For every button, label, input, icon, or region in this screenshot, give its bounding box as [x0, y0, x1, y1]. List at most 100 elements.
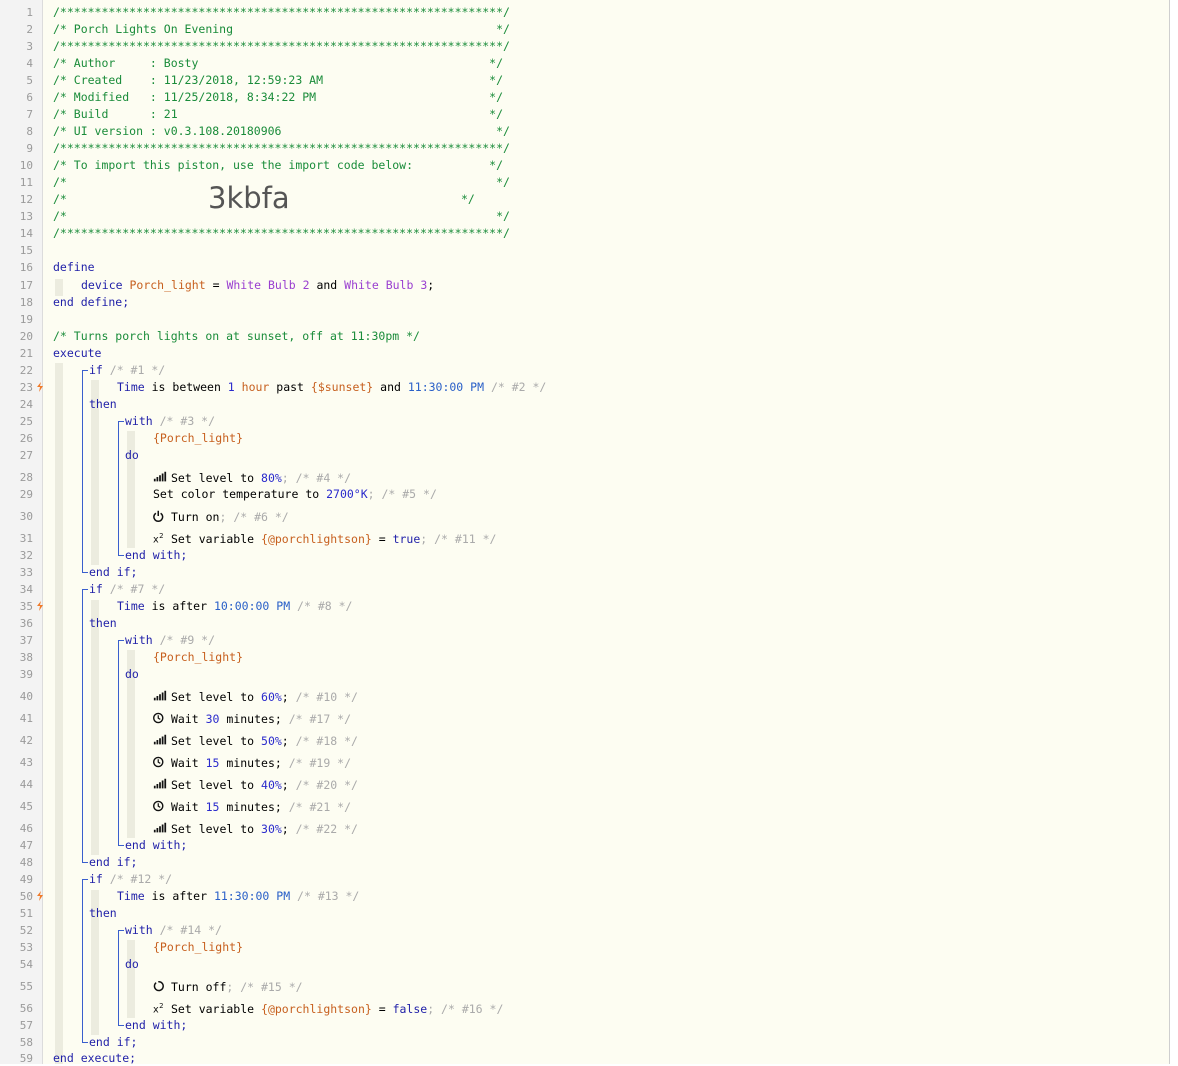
- code-line-44[interactable]: Set level to 40%; /* #20 */: [153, 777, 358, 792]
- do-keyword: do: [125, 957, 139, 971]
- code-line-45[interactable]: Wait 15 minutes; /* #21 */: [153, 799, 351, 814]
- line-number: 46: [19, 822, 33, 835]
- line-number: 48: [19, 856, 33, 869]
- code-line-25[interactable]: with /* #3 */: [125, 414, 215, 428]
- code-line-35[interactable]: Time is after 10:00:00 PM /* #8 */: [117, 599, 352, 613]
- line-number: 32: [19, 549, 33, 562]
- import-code-line: /* 3kbfa */: [53, 183, 475, 213]
- code-line-55[interactable]: Turn off; /* #15 */: [153, 979, 303, 994]
- code-line-6[interactable]: /* Modified : 11/25/2018, 8:34:22 PM */: [53, 90, 503, 104]
- code-line-1[interactable]: /***************************************…: [53, 5, 510, 19]
- code-line-16[interactable]: define: [53, 260, 95, 274]
- code-line-46[interactable]: Set level to 30%; /* #22 */: [153, 821, 358, 836]
- code-line-20[interactable]: /* Turns porch lights on at sunset, off …: [53, 329, 420, 343]
- line-number: 26: [19, 432, 33, 445]
- code-line-36[interactable]: then: [89, 616, 117, 630]
- code-line-57[interactable]: end with;: [125, 1018, 187, 1032]
- code-line-8[interactable]: /* UI version : v0.3.108.20180906 */: [53, 124, 510, 138]
- device-reference: {Porch_light}: [153, 650, 244, 664]
- equals: =: [371, 1002, 393, 1016]
- code-line-32[interactable]: end with;: [125, 548, 187, 562]
- block-bracket-top: [82, 879, 88, 880]
- scrollbar[interactable]: [1169, 0, 1178, 1064]
- code-line-37[interactable]: with /* #9 */: [125, 633, 215, 647]
- code-line-7[interactable]: /* Build : 21 */: [53, 107, 503, 121]
- code-line-53[interactable]: {Porch_light}: [153, 940, 243, 954]
- code-line-10[interactable]: /* To import this piston, use the import…: [53, 158, 503, 172]
- code-line-56[interactable]: x 2 Set variable {@porchlightson} = false;…: [153, 1001, 503, 1016]
- comparison-operator: is after: [144, 889, 214, 903]
- code-line-39[interactable]: do: [125, 667, 139, 681]
- and-operator: and: [309, 278, 345, 292]
- code-line-43[interactable]: Wait 15 minutes; /* #19 */: [153, 755, 351, 770]
- code-line-48[interactable]: end if;: [89, 855, 137, 869]
- block-bracket: [118, 421, 119, 555]
- block-bracket: [118, 640, 119, 845]
- code-line-2[interactable]: /* Porch Lights On Evening */: [53, 22, 510, 36]
- line-number: 37: [19, 634, 33, 647]
- import-instructions: /* To import this piston, use the import…: [53, 158, 504, 172]
- code-line-14[interactable]: /***************************************…: [53, 226, 510, 240]
- code-line-41[interactable]: Wait 30 minutes; /* #17 */: [153, 711, 351, 726]
- indent-guide: [91, 600, 99, 855]
- code-line-9[interactable]: /***************************************…: [53, 141, 510, 155]
- code-line-23[interactable]: Time is between 1 hour past {$sunset} an…: [117, 380, 546, 394]
- block-bracket-top: [82, 589, 88, 590]
- code-line-17[interactable]: device Porch_light = White Bulb 2 and Wh…: [81, 278, 434, 292]
- code-line-33[interactable]: end if;: [89, 565, 137, 579]
- code-line-4[interactable]: /* Author : Bosty */: [53, 56, 503, 70]
- statement-id: /* #3 */: [152, 414, 216, 428]
- svg-text:x: x: [153, 534, 159, 545]
- code-line-54[interactable]: do: [125, 957, 139, 971]
- end-if: end if;: [89, 565, 138, 579]
- line-number: 14: [19, 227, 33, 240]
- line-number: 1: [26, 6, 33, 19]
- action-text: Set level to: [171, 690, 262, 704]
- code-line-28[interactable]: Set level to 80%; /* #4 */: [153, 470, 351, 485]
- code-line-27[interactable]: do: [125, 448, 139, 462]
- signal-bars-icon: [153, 778, 167, 789]
- code-line-5[interactable]: /* Created : 11/23/2018, 12:59:23 AM */: [53, 73, 503, 87]
- code-line-50[interactable]: Time is after 11:30:00 PM /* #13 */: [117, 889, 359, 903]
- comment-prefix: /*: [53, 192, 171, 206]
- action-value: 30%: [261, 822, 282, 836]
- code-line-42[interactable]: Set level to 50%; /* #18 */: [153, 733, 358, 748]
- line-number: 8: [26, 125, 33, 138]
- signal-bars-icon: [153, 471, 167, 482]
- code-line-29[interactable]: Set color temperature to 2700°K; /* #5 *…: [153, 487, 437, 501]
- code-line-21[interactable]: execute: [53, 346, 101, 360]
- action-value: 15: [205, 800, 220, 814]
- svg-text:2: 2: [159, 532, 163, 540]
- action-text: minutes;: [219, 756, 282, 770]
- end-if: end if;: [89, 855, 138, 869]
- code-line-49[interactable]: if /* #12 */: [89, 872, 172, 886]
- code-line-18[interactable]: end define;: [53, 295, 129, 309]
- svg-text:x: x: [153, 1004, 159, 1015]
- code-line-52[interactable]: with /* #14 */: [125, 923, 222, 937]
- action-value: 2700°K: [326, 487, 368, 501]
- line-number: 12: [19, 193, 33, 206]
- code-line-3[interactable]: /***************************************…: [53, 39, 510, 53]
- clock-icon: [153, 712, 164, 724]
- block-bracket-bottom: [82, 862, 88, 863]
- code-line-58[interactable]: end if;: [89, 1035, 137, 1049]
- line-number: 57: [19, 1019, 33, 1032]
- line-number: 41: [19, 712, 33, 725]
- code-line-31[interactable]: x 2 Set variable {@porchlightson} = true; …: [153, 531, 496, 546]
- time-operand: Time: [117, 380, 145, 394]
- code-line-26[interactable]: {Porch_light}: [153, 431, 243, 445]
- code-line-22[interactable]: if /* #1 */: [89, 363, 165, 377]
- code-line-34[interactable]: if /* #7 */: [89, 582, 165, 596]
- svg-text:2: 2: [159, 1002, 163, 1010]
- code-line-40[interactable]: Set level to 60%; /* #10 */: [153, 689, 358, 704]
- code-line-24[interactable]: then: [89, 397, 117, 411]
- define-keyword: define: [53, 260, 95, 274]
- code-line-51[interactable]: then: [89, 906, 117, 920]
- code-line-30[interactable]: Turn on; /* #6 */: [153, 509, 289, 524]
- code-line-59[interactable]: end execute;: [53, 1051, 136, 1065]
- code-line-47[interactable]: end with;: [125, 838, 187, 852]
- code-line-38[interactable]: {Porch_light}: [153, 650, 243, 664]
- end-execute: end execute;: [53, 1051, 137, 1065]
- line-number: 42: [19, 734, 33, 747]
- statement-id: /* #13 */: [290, 889, 360, 903]
